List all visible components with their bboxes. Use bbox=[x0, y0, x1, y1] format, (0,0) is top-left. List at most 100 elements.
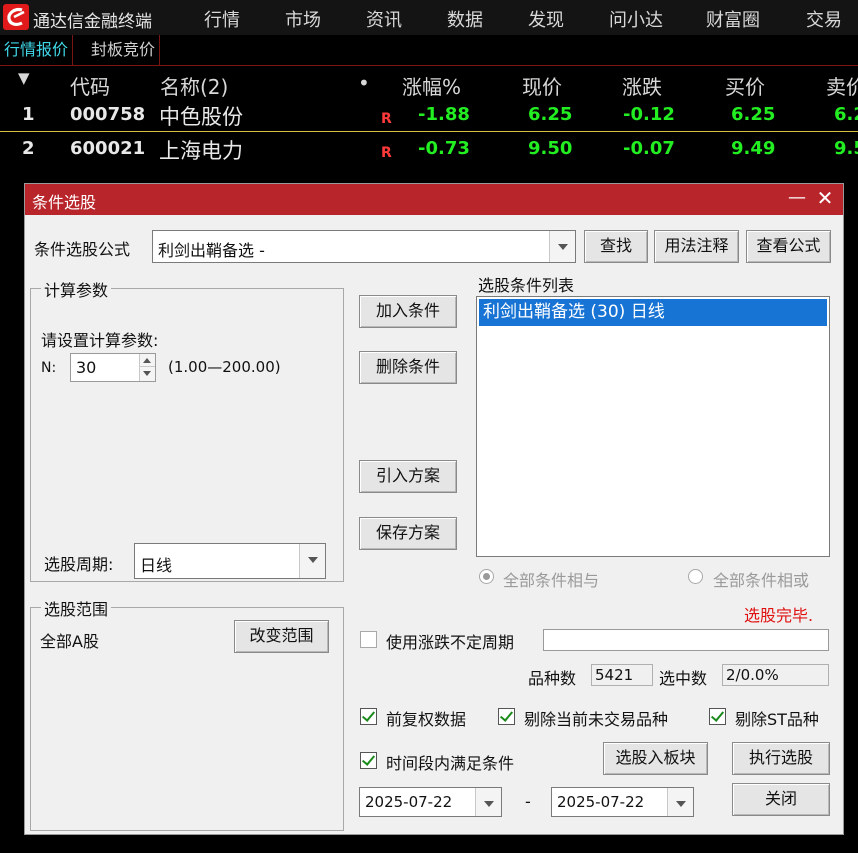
add-condition-button[interactable]: 加入条件 bbox=[359, 295, 457, 328]
menu-item-news[interactable]: 资讯 bbox=[366, 6, 402, 32]
tab-limit-auction[interactable]: 封板竞价 bbox=[87, 35, 161, 66]
formula-select[interactable]: 利剑出鞘备选 - bbox=[152, 230, 576, 263]
row-name: 上海电力 bbox=[159, 139, 243, 163]
execute-screen-button[interactable]: 执行选股 bbox=[732, 742, 830, 775]
prev-restore-label: 前复权数据 bbox=[386, 710, 467, 729]
column-header-ask[interactable]: 卖价 bbox=[826, 71, 858, 100]
formula-label: 条件选股公式 bbox=[34, 240, 131, 259]
row-bid: 9.49 bbox=[731, 138, 776, 159]
column-header-change-pct[interactable]: 涨幅% bbox=[402, 71, 461, 100]
column-header-bid[interactable]: 买价 bbox=[725, 71, 765, 100]
all-and-radio[interactable] bbox=[479, 569, 494, 584]
scope-group-title: 选股范围 bbox=[41, 596, 112, 620]
table-row[interactable]: 2 600021 上海电力 R -0.73 9.50 -0.07 9.49 9.… bbox=[0, 133, 858, 166]
close-icon[interactable]: ✕ bbox=[815, 186, 835, 210]
condition-list-label: 选股条件列表 bbox=[478, 276, 575, 295]
scope-value: 全部A股 bbox=[40, 632, 99, 651]
add-to-block-button[interactable]: 选股入板块 bbox=[603, 742, 708, 775]
usage-notes-button[interactable]: 用法注释 bbox=[654, 230, 739, 263]
tab-quote-list[interactable]: 行情报价 bbox=[0, 35, 74, 66]
time-range-checkbox[interactable] bbox=[360, 752, 377, 769]
chevron-down-icon[interactable] bbox=[299, 544, 325, 578]
row-flag: R bbox=[381, 145, 392, 161]
param-n-stepper[interactable]: 30 bbox=[70, 353, 156, 382]
row-code: 000758 bbox=[70, 104, 146, 125]
count-field: 5421 bbox=[591, 664, 653, 686]
params-group-title: 计算参数 bbox=[41, 277, 112, 301]
condition-list[interactable]: 利剑出鞘备选 (30) 日线 bbox=[476, 296, 830, 557]
time-range-label: 时间段内满足条件 bbox=[386, 754, 515, 773]
all-or-label: 全部条件相或 bbox=[713, 571, 810, 590]
row-name: 中色股份 bbox=[159, 105, 243, 129]
prev-restore-checkbox[interactable] bbox=[360, 708, 377, 725]
count-label: 品种数 bbox=[528, 669, 577, 688]
exclude-untraded-checkbox[interactable] bbox=[498, 708, 515, 725]
all-and-label: 全部条件相与 bbox=[503, 571, 600, 590]
row-change-pct: -1.88 bbox=[418, 104, 470, 125]
minimize-icon[interactable]: — bbox=[787, 187, 807, 208]
date-from-value: 2025-07-22 bbox=[365, 793, 453, 811]
chevron-down-icon[interactable] bbox=[549, 231, 575, 262]
param-n-label: N: bbox=[41, 360, 57, 376]
view-formula-button[interactable]: 查看公式 bbox=[746, 230, 831, 263]
param-n-value: 30 bbox=[76, 358, 97, 377]
params-group: 计算参数 请设置计算参数: N: 30 (1.00—200.00) 选股周期: … bbox=[30, 277, 344, 582]
row-change: -0.12 bbox=[623, 104, 675, 125]
delete-condition-button[interactable]: 删除条件 bbox=[359, 351, 457, 384]
uncertain-period-field[interactable] bbox=[543, 629, 829, 651]
params-prompt: 请设置计算参数: bbox=[41, 331, 159, 350]
row-ask: 9.50 bbox=[834, 138, 858, 159]
find-button[interactable]: 查找 bbox=[584, 230, 648, 263]
change-scope-button[interactable]: 改变范围 bbox=[234, 620, 329, 653]
quote-table: ▼ 代码 名称(2) • 涨幅% 现价 涨跌 买价 卖价 1 000758 中色… bbox=[0, 66, 858, 168]
menu-item-wealth-circle[interactable]: 财富圈 bbox=[706, 6, 760, 32]
chevron-down-icon[interactable] bbox=[667, 788, 693, 816]
count-value: 5421 bbox=[595, 666, 634, 684]
scope-group: 选股范围 全部A股 改变范围 bbox=[30, 596, 344, 831]
chevron-down-icon[interactable] bbox=[140, 367, 155, 380]
selected-value: 2/0.0% bbox=[726, 666, 779, 684]
column-header-dot: • bbox=[358, 71, 370, 95]
uncertain-period-label: 使用涨跌不定周期 bbox=[386, 633, 515, 652]
date-from-select[interactable]: 2025-07-22 bbox=[359, 787, 502, 817]
sort-toggle-icon[interactable]: ▼ bbox=[18, 69, 30, 87]
period-value: 日线 bbox=[140, 556, 173, 575]
row-index: 2 bbox=[22, 138, 35, 159]
exclude-st-label: 剔除ST品种 bbox=[735, 710, 819, 729]
status-text: 选股完毕. bbox=[744, 606, 814, 625]
close-button[interactable]: 关闭 bbox=[732, 783, 830, 816]
exclude-st-checkbox[interactable] bbox=[709, 708, 726, 725]
row-change: -0.07 bbox=[623, 138, 675, 159]
row-flag: R bbox=[381, 111, 392, 127]
column-header-price[interactable]: 现价 bbox=[522, 71, 562, 100]
menu-item-ask[interactable]: 问小达 bbox=[609, 6, 663, 32]
app-title: 通达信金融终端 bbox=[33, 12, 152, 32]
chevron-down-icon[interactable] bbox=[475, 788, 501, 816]
menu-item-discover[interactable]: 发现 bbox=[528, 6, 564, 32]
chevron-up-icon[interactable] bbox=[140, 354, 155, 367]
selected-field: 2/0.0% bbox=[722, 664, 829, 686]
column-header-code[interactable]: 代码 bbox=[70, 71, 110, 100]
uncertain-period-checkbox[interactable] bbox=[360, 631, 377, 648]
menu-item-data[interactable]: 数据 bbox=[447, 6, 483, 32]
date-separator: - bbox=[525, 792, 531, 811]
date-to-select[interactable]: 2025-07-22 bbox=[551, 787, 694, 817]
column-header-change[interactable]: 涨跌 bbox=[622, 71, 662, 100]
menu-item-market[interactable]: 市场 bbox=[285, 6, 321, 32]
period-select[interactable]: 日线 bbox=[134, 543, 326, 579]
list-item[interactable]: 利剑出鞘备选 (30) 日线 bbox=[479, 299, 827, 326]
column-header-name[interactable]: 名称(2) bbox=[160, 71, 228, 100]
row-bid: 6.25 bbox=[731, 104, 776, 125]
condition-screen-dialog: 条件选股 — ✕ 条件选股公式 利剑出鞘备选 - 查找 用法注释 查看公式 计算… bbox=[24, 183, 844, 835]
selected-label: 选中数 bbox=[659, 669, 708, 688]
spin-control[interactable] bbox=[139, 354, 155, 381]
param-n-range: (1.00—200.00) bbox=[168, 358, 281, 376]
all-or-radio[interactable] bbox=[688, 569, 703, 584]
import-plan-button[interactable]: 引入方案 bbox=[359, 460, 457, 493]
table-row[interactable]: 1 000758 中色股份 R -1.88 6.25 -0.12 6.25 6.… bbox=[0, 99, 858, 132]
save-plan-button[interactable]: 保存方案 bbox=[359, 517, 457, 550]
dialog-title-bar[interactable]: 条件选股 — ✕ bbox=[25, 184, 843, 215]
menu-item-quotes[interactable]: 行情 bbox=[204, 6, 240, 32]
menu-bar: 通达信金融终端 行情 市场 资讯 数据 发现 问小达 财富圈 交易 bbox=[0, 0, 858, 35]
menu-item-trade[interactable]: 交易 bbox=[806, 6, 842, 32]
